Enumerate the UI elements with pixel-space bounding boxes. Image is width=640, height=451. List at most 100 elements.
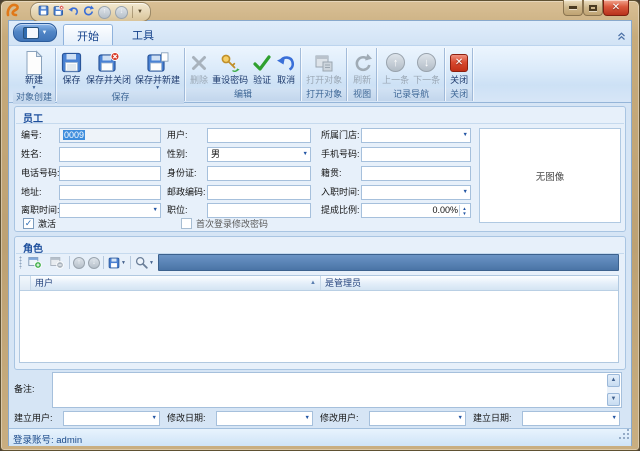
checkbox-icon: ✓: [23, 218, 34, 229]
modified-user-label: 修改用户:: [320, 411, 359, 426]
ribbon-group-close: ✕ 关闭 关闭: [446, 48, 473, 101]
modified-user-dropdown[interactable]: ▼: [369, 411, 466, 426]
address-field[interactable]: [59, 185, 161, 200]
minimize-icon: [569, 6, 577, 9]
new-document-icon: [23, 50, 45, 75]
postal-code-field[interactable]: [207, 185, 311, 200]
commission-spinner[interactable]: 0.00% ▲▼: [361, 203, 471, 218]
employee-photo-box[interactable]: 无图像: [479, 128, 621, 223]
save-and-new-button[interactable]: 保存并新建 ▼: [133, 49, 182, 91]
dropdown-caret-icon: ▼: [153, 208, 158, 214]
restore-icon: [589, 5, 597, 11]
cancel-button[interactable]: 取消: [274, 49, 298, 86]
login-account-text: 登录账号: admin: [13, 432, 82, 446]
ribbon: 新建 ▼ 对象创建 保存 保存并关闭 保存并新建 ▼ 保存: [9, 45, 631, 103]
remarks-textarea[interactable]: ▲ ▼: [52, 372, 622, 408]
modified-date-label: 修改日期:: [167, 411, 206, 426]
employee-groupbox: 员工 编号: 0009 用户: 所属门店: ▼ 姓名: 性别: 男▼ 手机号码:…: [14, 106, 626, 232]
scroll-up-button[interactable]: ▲: [607, 374, 620, 387]
toolbar-grip[interactable]: [19, 256, 22, 269]
first-login-change-password-checkbox[interactable]: ✓ 首次登录修改密码: [181, 217, 268, 230]
toolbar-separator: [103, 256, 104, 269]
dropdown-caret-icon: ▼: [463, 133, 468, 139]
export-caret-icon: ▼: [121, 260, 126, 266]
row-indicator-column: [20, 276, 31, 290]
mobile-label: 手机号码:: [321, 147, 360, 162]
open-object-button: 打开对象: [304, 49, 344, 86]
ribbon-collapse-icon[interactable]: [617, 28, 626, 46]
save-and-close-button[interactable]: 保存并关闭: [84, 49, 133, 86]
sort-ascending-icon: ▲: [310, 280, 316, 286]
save-button[interactable]: 保存: [59, 49, 84, 86]
created-date-dropdown[interactable]: ▼: [522, 411, 620, 426]
search-button[interactable]: ▼: [134, 254, 155, 271]
leave-date-label: 离职时间:: [21, 203, 60, 218]
remove-icon: [50, 256, 64, 269]
ribbon-group-edit: 删除 重设密码 验证 取消 编辑: [186, 48, 301, 101]
activate-checkbox-label: 激活: [38, 217, 56, 230]
native-place-field[interactable]: [361, 166, 471, 181]
delete-button: 删除: [188, 49, 210, 86]
reset-password-button[interactable]: 重设密码: [210, 49, 250, 86]
created-user-dropdown[interactable]: ▼: [63, 411, 160, 426]
phone-field[interactable]: [59, 166, 161, 181]
dropdown-caret-icon: ▼: [458, 416, 463, 422]
tab-start[interactable]: 开始: [63, 24, 113, 46]
add-role-button[interactable]: [25, 254, 44, 271]
qat-customize-caret-icon[interactable]: ▼: [137, 9, 143, 15]
search-caret-icon: ▼: [149, 260, 154, 266]
minimize-button[interactable]: [563, 0, 583, 16]
role-table-header: 用户▲ 是管理员: [20, 276, 618, 291]
column-header-user[interactable]: 用户▲: [31, 276, 321, 290]
export-button[interactable]: ▼: [107, 254, 127, 271]
refresh-icon: [352, 50, 372, 75]
add-icon: [28, 256, 42, 269]
hire-date-label: 入职时间:: [321, 185, 360, 200]
ribbon-group-view: 刷新 视图: [348, 48, 377, 101]
position-field[interactable]: [207, 203, 311, 218]
toolbar-separator: [69, 256, 70, 269]
scroll-up-icon: ▲: [611, 377, 617, 383]
validate-button[interactable]: 验证: [250, 49, 274, 86]
leave-date-dropdown[interactable]: ▼: [59, 203, 161, 218]
dropdown-caret-icon: ▼: [463, 190, 468, 196]
app-icon: [5, 3, 20, 23]
previous-record-small-icon: ↑: [98, 6, 111, 19]
dropdown-caret-icon: ▼: [305, 416, 310, 422]
scroll-down-button[interactable]: ▼: [607, 393, 620, 406]
activate-checkbox[interactable]: ✓ 激活: [23, 217, 56, 230]
user-field[interactable]: [207, 128, 311, 143]
redo-icon[interactable]: [83, 3, 94, 21]
name-field[interactable]: [59, 147, 161, 162]
number-field[interactable]: 0009: [59, 128, 161, 143]
mobile-field[interactable]: [361, 147, 471, 162]
role-groupbox: 角色 ↑ ↓ ▼ ▼ 用户▲ 是管理员: [14, 236, 626, 370]
id-card-field[interactable]: [207, 166, 311, 181]
divider: [16, 123, 624, 124]
hire-date-dropdown[interactable]: ▼: [361, 185, 471, 200]
next-record-small-icon: ↓: [115, 6, 128, 19]
close-window-button[interactable]: ✕: [603, 0, 629, 16]
move-up-button: ↑: [73, 257, 85, 269]
gender-dropdown[interactable]: 男▼: [207, 147, 311, 162]
spinner-buttons[interactable]: ▲▼: [459, 205, 469, 216]
restore-button[interactable]: [583, 0, 603, 16]
reset-password-icon: [220, 50, 240, 75]
modified-date-dropdown[interactable]: ▼: [216, 411, 313, 426]
close-ribbon-icon: ✕: [450, 54, 468, 72]
scrollbar[interactable]: ▲ ▼: [607, 374, 620, 406]
address-label: 地址:: [21, 185, 42, 200]
store-dropdown[interactable]: ▼: [361, 128, 471, 143]
tab-tools[interactable]: 工具: [119, 24, 167, 45]
position-label: 职位:: [167, 203, 188, 218]
new-button[interactable]: 新建 ▼: [21, 49, 47, 91]
undo-icon[interactable]: [68, 3, 79, 21]
user-label: 用户:: [167, 128, 188, 143]
save-close-icon[interactable]: [53, 3, 64, 21]
save-icon[interactable]: [38, 3, 49, 21]
resize-grip[interactable]: [619, 427, 630, 445]
close-button[interactable]: ✕ 关闭: [448, 49, 470, 86]
application-menu-button[interactable]: ▼: [13, 23, 57, 42]
store-label: 所属门店:: [321, 128, 360, 143]
column-header-is-admin[interactable]: 是管理员: [321, 276, 618, 290]
